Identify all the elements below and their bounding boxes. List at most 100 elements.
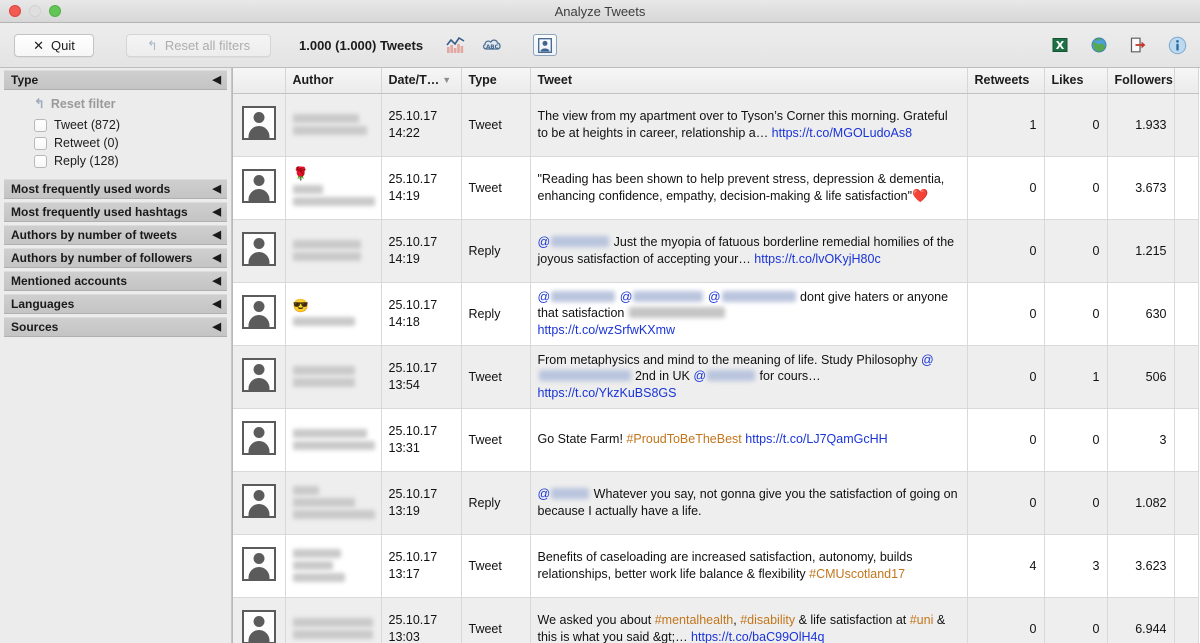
minimize-button[interactable]: [29, 5, 41, 17]
tweet-text: & life satisfaction at: [795, 613, 910, 627]
quit-button[interactable]: ✕ Quit: [14, 33, 94, 57]
retweets-cell: 0: [967, 219, 1045, 283]
sidebar-section-most-used-hashtags[interactable]: Most frequently used hashtags ◀: [4, 202, 227, 222]
followers-cell: 3.673: [1107, 156, 1175, 220]
type-cell: Tweet: [461, 93, 531, 157]
tweet-hashtag[interactable]: #ProudToBeTheBest: [626, 432, 741, 446]
followers-cell: 1.215: [1107, 219, 1175, 283]
export-arrow-icon[interactable]: [1127, 34, 1149, 56]
checkbox-retweet[interactable]: [34, 136, 47, 150]
reset-filter-button[interactable]: ↰ Reset filter: [4, 94, 227, 116]
redacted-text: [628, 307, 725, 319]
column-header-likes[interactable]: Likes: [1044, 68, 1108, 94]
table-row[interactable]: 🌹 25.10.17 14:19 Tweet "Reading has been sho…: [233, 156, 1199, 220]
chevron-left-icon: ◀: [212, 205, 221, 218]
close-button[interactable]: [9, 5, 21, 17]
sidebar-section-sources[interactable]: Sources ◀: [4, 317, 227, 337]
date-cell: 25.10.17 14:18: [381, 282, 462, 346]
tweet-hashtag[interactable]: #uni: [910, 613, 934, 627]
filter-item-reply[interactable]: Reply (128): [4, 152, 227, 170]
tweet-link[interactable]: https://t.co/wzSrfwKXmw: [538, 323, 676, 337]
tweet-mention[interactable]: @: [538, 487, 551, 501]
reset-all-filters-button[interactable]: ↰ Reset all filters: [126, 33, 271, 57]
window-title: Analyze Tweets: [554, 3, 646, 19]
sidebar-section-authors-by-followers[interactable]: Authors by number of followers ◀: [4, 248, 227, 268]
avatar-cell: [233, 156, 286, 220]
table-row[interactable]: 25.10.17 13:03 Tweet We asked you about #me…: [233, 597, 1199, 643]
avatar-body-icon: [248, 441, 270, 453]
filter-item-retweet[interactable]: Retweet (0): [4, 134, 227, 152]
tweet-mention[interactable]: @: [620, 290, 633, 304]
tweet-link[interactable]: https://t.co/YkzKuBS8GS: [538, 386, 677, 400]
tweet-hashtag[interactable]: #disability: [740, 613, 795, 627]
avatar-cell: [233, 282, 286, 346]
avatar-body-icon: [248, 252, 270, 264]
column-header-type[interactable]: Type: [461, 68, 531, 94]
table-row[interactable]: 25.10.17 13:17 Tweet Benefits of caseloadin…: [233, 534, 1199, 598]
followers-cell: 506: [1107, 345, 1175, 409]
row-gutter: [1174, 282, 1199, 346]
table-row[interactable]: 25.10.17 14:22 Tweet The view from my apart…: [233, 93, 1199, 157]
filter-sidebar: Type ◀ ↰ Reset filter Tweet (872) Retwee…: [0, 68, 232, 643]
tweet-mention[interactable]: @: [921, 353, 934, 367]
user-profile-icon[interactable]: [533, 34, 558, 56]
chevron-left-icon: ◀: [212, 320, 221, 333]
followers-cell: 3: [1107, 408, 1175, 472]
author-cell: [285, 534, 382, 598]
likes-cell: 1: [1044, 345, 1108, 409]
checkbox-tweet[interactable]: [34, 118, 47, 132]
followers-cell: 1.082: [1107, 471, 1175, 535]
sidebar-section-most-used-words[interactable]: Most frequently used words ◀: [4, 179, 227, 199]
type-cell: Tweet: [461, 597, 531, 643]
zoom-button[interactable]: [49, 5, 61, 17]
avatar-cell: [233, 471, 286, 535]
tweet-link[interactable]: https://t.co/MGOLudoAs8: [772, 126, 912, 140]
author-name-redacted: [292, 252, 361, 261]
avatar-body-icon: [248, 630, 270, 642]
info-icon[interactable]: [1166, 34, 1188, 56]
table-row[interactable]: 25.10.17 13:19 Reply @ Whatever you say, no…: [233, 471, 1199, 535]
table-header-row: Author Date/T… ▼ Type Tweet Retweets Like…: [233, 68, 1199, 94]
avatar-head-icon: [253, 427, 265, 438]
chart-icon[interactable]: [445, 34, 467, 56]
likes-cell: 0: [1044, 219, 1108, 283]
table-row[interactable]: 25.10.17 13:31 Tweet Go State Farm! #ProudT…: [233, 408, 1199, 472]
sidebar-section-mentioned-accounts[interactable]: Mentioned accounts ◀: [4, 271, 227, 291]
sidebar-section-type[interactable]: Type ◀: [4, 70, 227, 90]
table-row[interactable]: 😎 25.10.17 14:18 Reply @ @ @ dont give hater…: [233, 282, 1199, 346]
column-header-retweets[interactable]: Retweets: [967, 68, 1045, 94]
avatar-cell: [233, 597, 286, 643]
filter-item-tweet[interactable]: Tweet (872): [4, 116, 227, 134]
redacted-handle: [551, 488, 590, 499]
tweet-mention[interactable]: @: [538, 290, 551, 304]
wordcloud-abc-icon[interactable]: ABC: [481, 34, 503, 56]
tweet-link[interactable]: https://t.co/lvOKyjH80c: [754, 252, 880, 266]
table-row[interactable]: 25.10.17 13:54 Tweet From metaphysics and m…: [233, 345, 1199, 409]
author-name-redacted: [292, 441, 375, 450]
column-header-author[interactable]: Author: [285, 68, 382, 94]
tweet-mention[interactable]: @: [693, 369, 706, 383]
tweets-table-container[interactable]: Author Date/T… ▼ Type Tweet Retweets Like…: [232, 68, 1200, 643]
avatar-cell: [233, 93, 286, 157]
column-header-date[interactable]: Date/T… ▼: [381, 68, 462, 94]
tweet-link[interactable]: https://t.co/baC99OlH4q: [691, 630, 824, 643]
column-header-avatar[interactable]: [233, 68, 286, 94]
column-header-tweet[interactable]: Tweet: [530, 68, 968, 94]
globe-icon[interactable]: [1088, 34, 1110, 56]
table-row[interactable]: 25.10.17 14:19 Reply @ Just the myopia of f…: [233, 219, 1199, 283]
tweet-hashtag[interactable]: #mentalhealth: [655, 613, 734, 627]
close-x-icon: ✕: [33, 37, 45, 53]
tweet-text: From metaphysics and mind to the meaning…: [537, 352, 922, 367]
column-header-followers[interactable]: Followers: [1107, 68, 1175, 94]
avatar: [241, 358, 276, 392]
sidebar-section-languages[interactable]: Languages ◀: [4, 294, 227, 314]
tweet-mention[interactable]: @: [538, 235, 551, 249]
tweet-mention[interactable]: @: [708, 290, 721, 304]
sidebar-section-authors-by-tweets[interactable]: Authors by number of tweets ◀: [4, 225, 227, 245]
followers-cell: 3.623: [1107, 534, 1175, 598]
excel-export-icon[interactable]: X: [1049, 34, 1071, 56]
tweet-hashtag[interactable]: #CMUscotland17: [809, 567, 905, 581]
retweets-cell: 0: [967, 345, 1045, 409]
checkbox-reply[interactable]: [34, 154, 47, 168]
tweet-link[interactable]: https://t.co/LJ7QamGcHH: [745, 432, 887, 446]
